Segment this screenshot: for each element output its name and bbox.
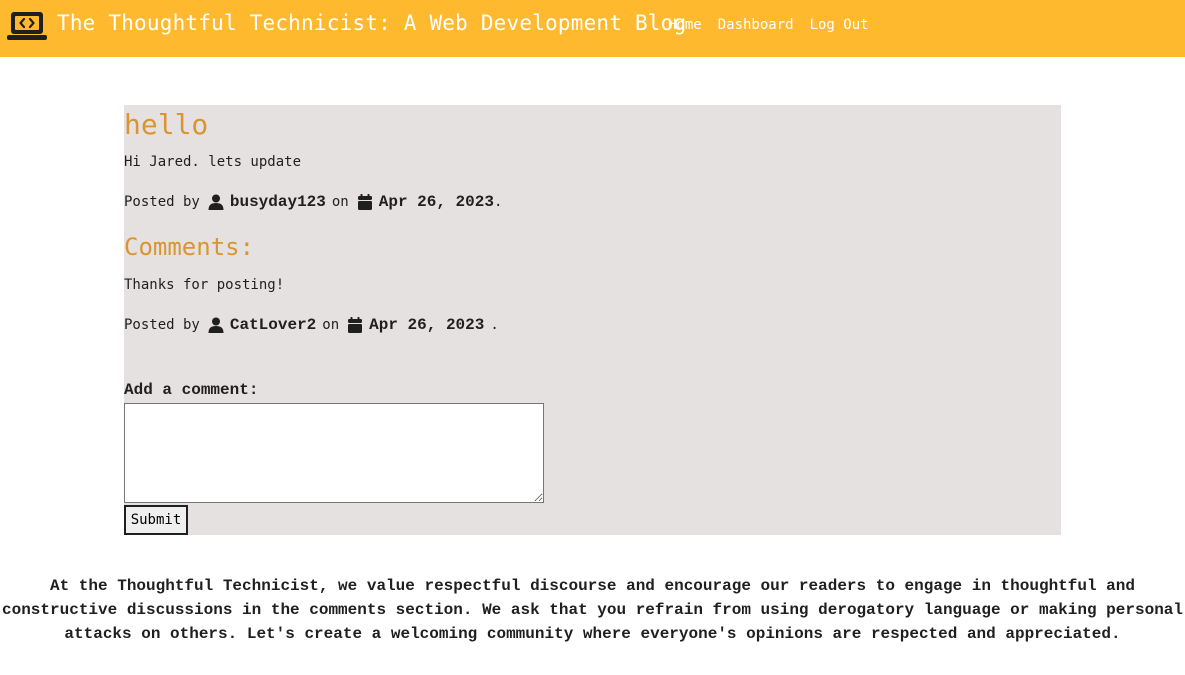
add-comment-label: Add a comment:: [124, 381, 259, 399]
nav-dashboard-link[interactable]: Dashboard: [718, 17, 794, 33]
post-card: hello Hi Jared. lets update Posted by bu…: [124, 105, 1061, 535]
comment-author: CatLover2: [229, 316, 317, 334]
site-title: The Thoughtful Technicist: A Web Develop…: [57, 11, 687, 35]
comment-textarea[interactable]: [124, 403, 544, 503]
comment-text: Thanks for posting!: [124, 277, 285, 293]
posted-by-label: Posted by: [124, 317, 200, 333]
calendar-icon: [348, 317, 363, 333]
comment-meta: Posted by CatLover2 on Apr 26, 2023 .: [124, 316, 499, 334]
meta-period: .: [493, 194, 503, 210]
posted-by-label: Posted by: [124, 194, 200, 210]
post-date: Apr 26, 2023: [378, 193, 494, 211]
community-guidelines: At the Thoughtful Technicist, we value r…: [2, 577, 1183, 643]
post-title: hello: [124, 108, 209, 141]
post-body: Hi Jared. lets update: [124, 154, 302, 170]
laptop-code-icon[interactable]: [7, 11, 47, 41]
comments-heading: Comments:: [124, 233, 255, 261]
meta-period: .: [490, 317, 499, 333]
post-author: busyday123: [229, 193, 326, 211]
nav-home-link[interactable]: Home: [668, 17, 702, 33]
post-meta: Posted by busyday123 on Apr 26, 2023 .: [124, 193, 502, 211]
on-label: on: [331, 194, 349, 210]
user-icon: [208, 317, 224, 333]
comment-date: Apr 26, 2023: [369, 316, 485, 334]
on-label: on: [322, 317, 340, 333]
nav-logout-link[interactable]: Log Out: [810, 17, 869, 33]
main-nav: Home Dashboard Log Out: [668, 17, 885, 33]
calendar-icon: [357, 194, 372, 210]
submit-button[interactable]: Submit: [124, 505, 188, 535]
site-header: The Thoughtful Technicist: A Web Develop…: [0, 0, 1185, 57]
user-icon: [208, 194, 224, 210]
